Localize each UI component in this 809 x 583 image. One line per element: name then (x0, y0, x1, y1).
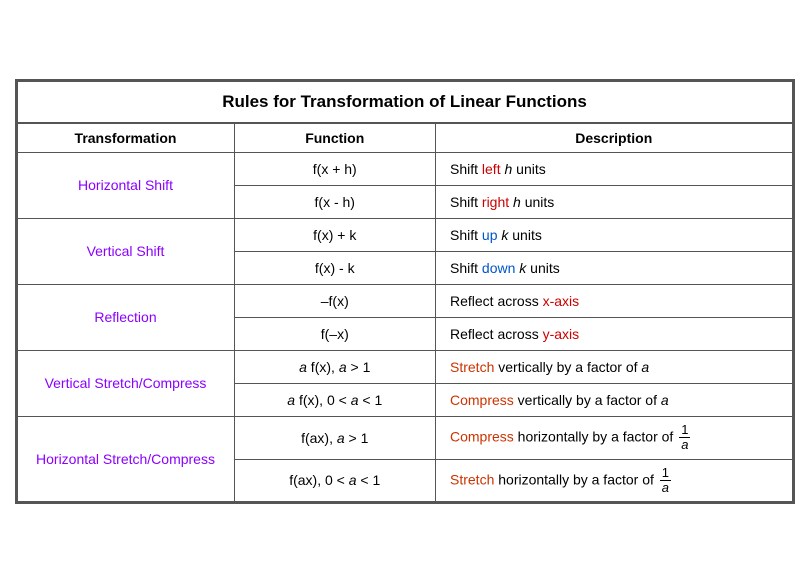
highlight-left: left (482, 161, 501, 177)
fraction-numerator-2: 1 (660, 466, 671, 481)
title-row: Rules for Transformation of Linear Funct… (17, 81, 792, 123)
header-function: Function (234, 123, 436, 153)
function-cell: –f(x) (234, 284, 436, 317)
table-row: Horizontal Shift f(x + h) Shift left h u… (17, 152, 792, 185)
function-cell: a f(x), 0 < a < 1 (234, 383, 436, 416)
highlight-stretch-h: Stretch (450, 471, 494, 487)
description-cell: Compress vertically by a factor of a (436, 383, 793, 416)
fraction-denominator: a (679, 438, 690, 452)
description-cell: Reflect across x-axis (436, 284, 793, 317)
description-cell: Reflect across y-axis (436, 317, 793, 350)
function-cell: f(–x) (234, 317, 436, 350)
transform-reflection: Reflection (17, 284, 234, 350)
function-cell: f(x - h) (234, 185, 436, 218)
function-cell: a f(x), a > 1 (234, 350, 436, 383)
description-cell: Stretch horizontally by a factor of 1 a (436, 459, 793, 502)
transform-horizontal-stretch: Horizontal Stretch/Compress (17, 416, 234, 501)
highlight-compress: Compress (450, 392, 514, 408)
header-row: Transformation Function Description (17, 123, 792, 153)
highlight-compress-h: Compress (450, 428, 514, 444)
function-cell: f(x) + k (234, 218, 436, 251)
highlight-stretch: Stretch (450, 359, 494, 375)
table-row: Horizontal Stretch/Compress f(ax), a > 1… (17, 416, 792, 459)
function-cell: f(ax), 0 < a < 1 (234, 459, 436, 502)
fraction-1-over-a-2: 1 a (660, 466, 671, 496)
description-cell: Compress horizontally by a factor of 1 a (436, 416, 793, 459)
highlight-up: up (482, 227, 498, 243)
table-row: Vertical Stretch/Compress a f(x), a > 1 … (17, 350, 792, 383)
function-cell: f(ax), a > 1 (234, 416, 436, 459)
description-cell: Shift up k units (436, 218, 793, 251)
description-cell: Shift down k units (436, 251, 793, 284)
fraction-denominator-2: a (660, 481, 671, 495)
table-row: Reflection –f(x) Reflect across x-axis (17, 284, 792, 317)
description-cell: Stretch vertically by a factor of a (436, 350, 793, 383)
table-title: Rules for Transformation of Linear Funct… (17, 81, 792, 123)
highlight-down: down (482, 260, 515, 276)
header-transformation: Transformation (17, 123, 234, 153)
fraction-numerator: 1 (679, 423, 690, 438)
highlight-yaxis: y-axis (543, 326, 580, 342)
transform-horizontal-shift: Horizontal Shift (17, 152, 234, 218)
main-table: Rules for Transformation of Linear Funct… (15, 79, 795, 504)
header-description: Description (436, 123, 793, 153)
description-cell: Shift right h units (436, 185, 793, 218)
highlight-right: right (482, 194, 509, 210)
transform-vertical-stretch: Vertical Stretch/Compress (17, 350, 234, 416)
fraction-1-over-a: 1 a (679, 423, 690, 453)
function-cell: f(x) - k (234, 251, 436, 284)
function-cell: f(x + h) (234, 152, 436, 185)
highlight-xaxis: x-axis (543, 293, 580, 309)
description-cell: Shift left h units (436, 152, 793, 185)
transform-vertical-shift: Vertical Shift (17, 218, 234, 284)
table-row: Vertical Shift f(x) + k Shift up k units (17, 218, 792, 251)
